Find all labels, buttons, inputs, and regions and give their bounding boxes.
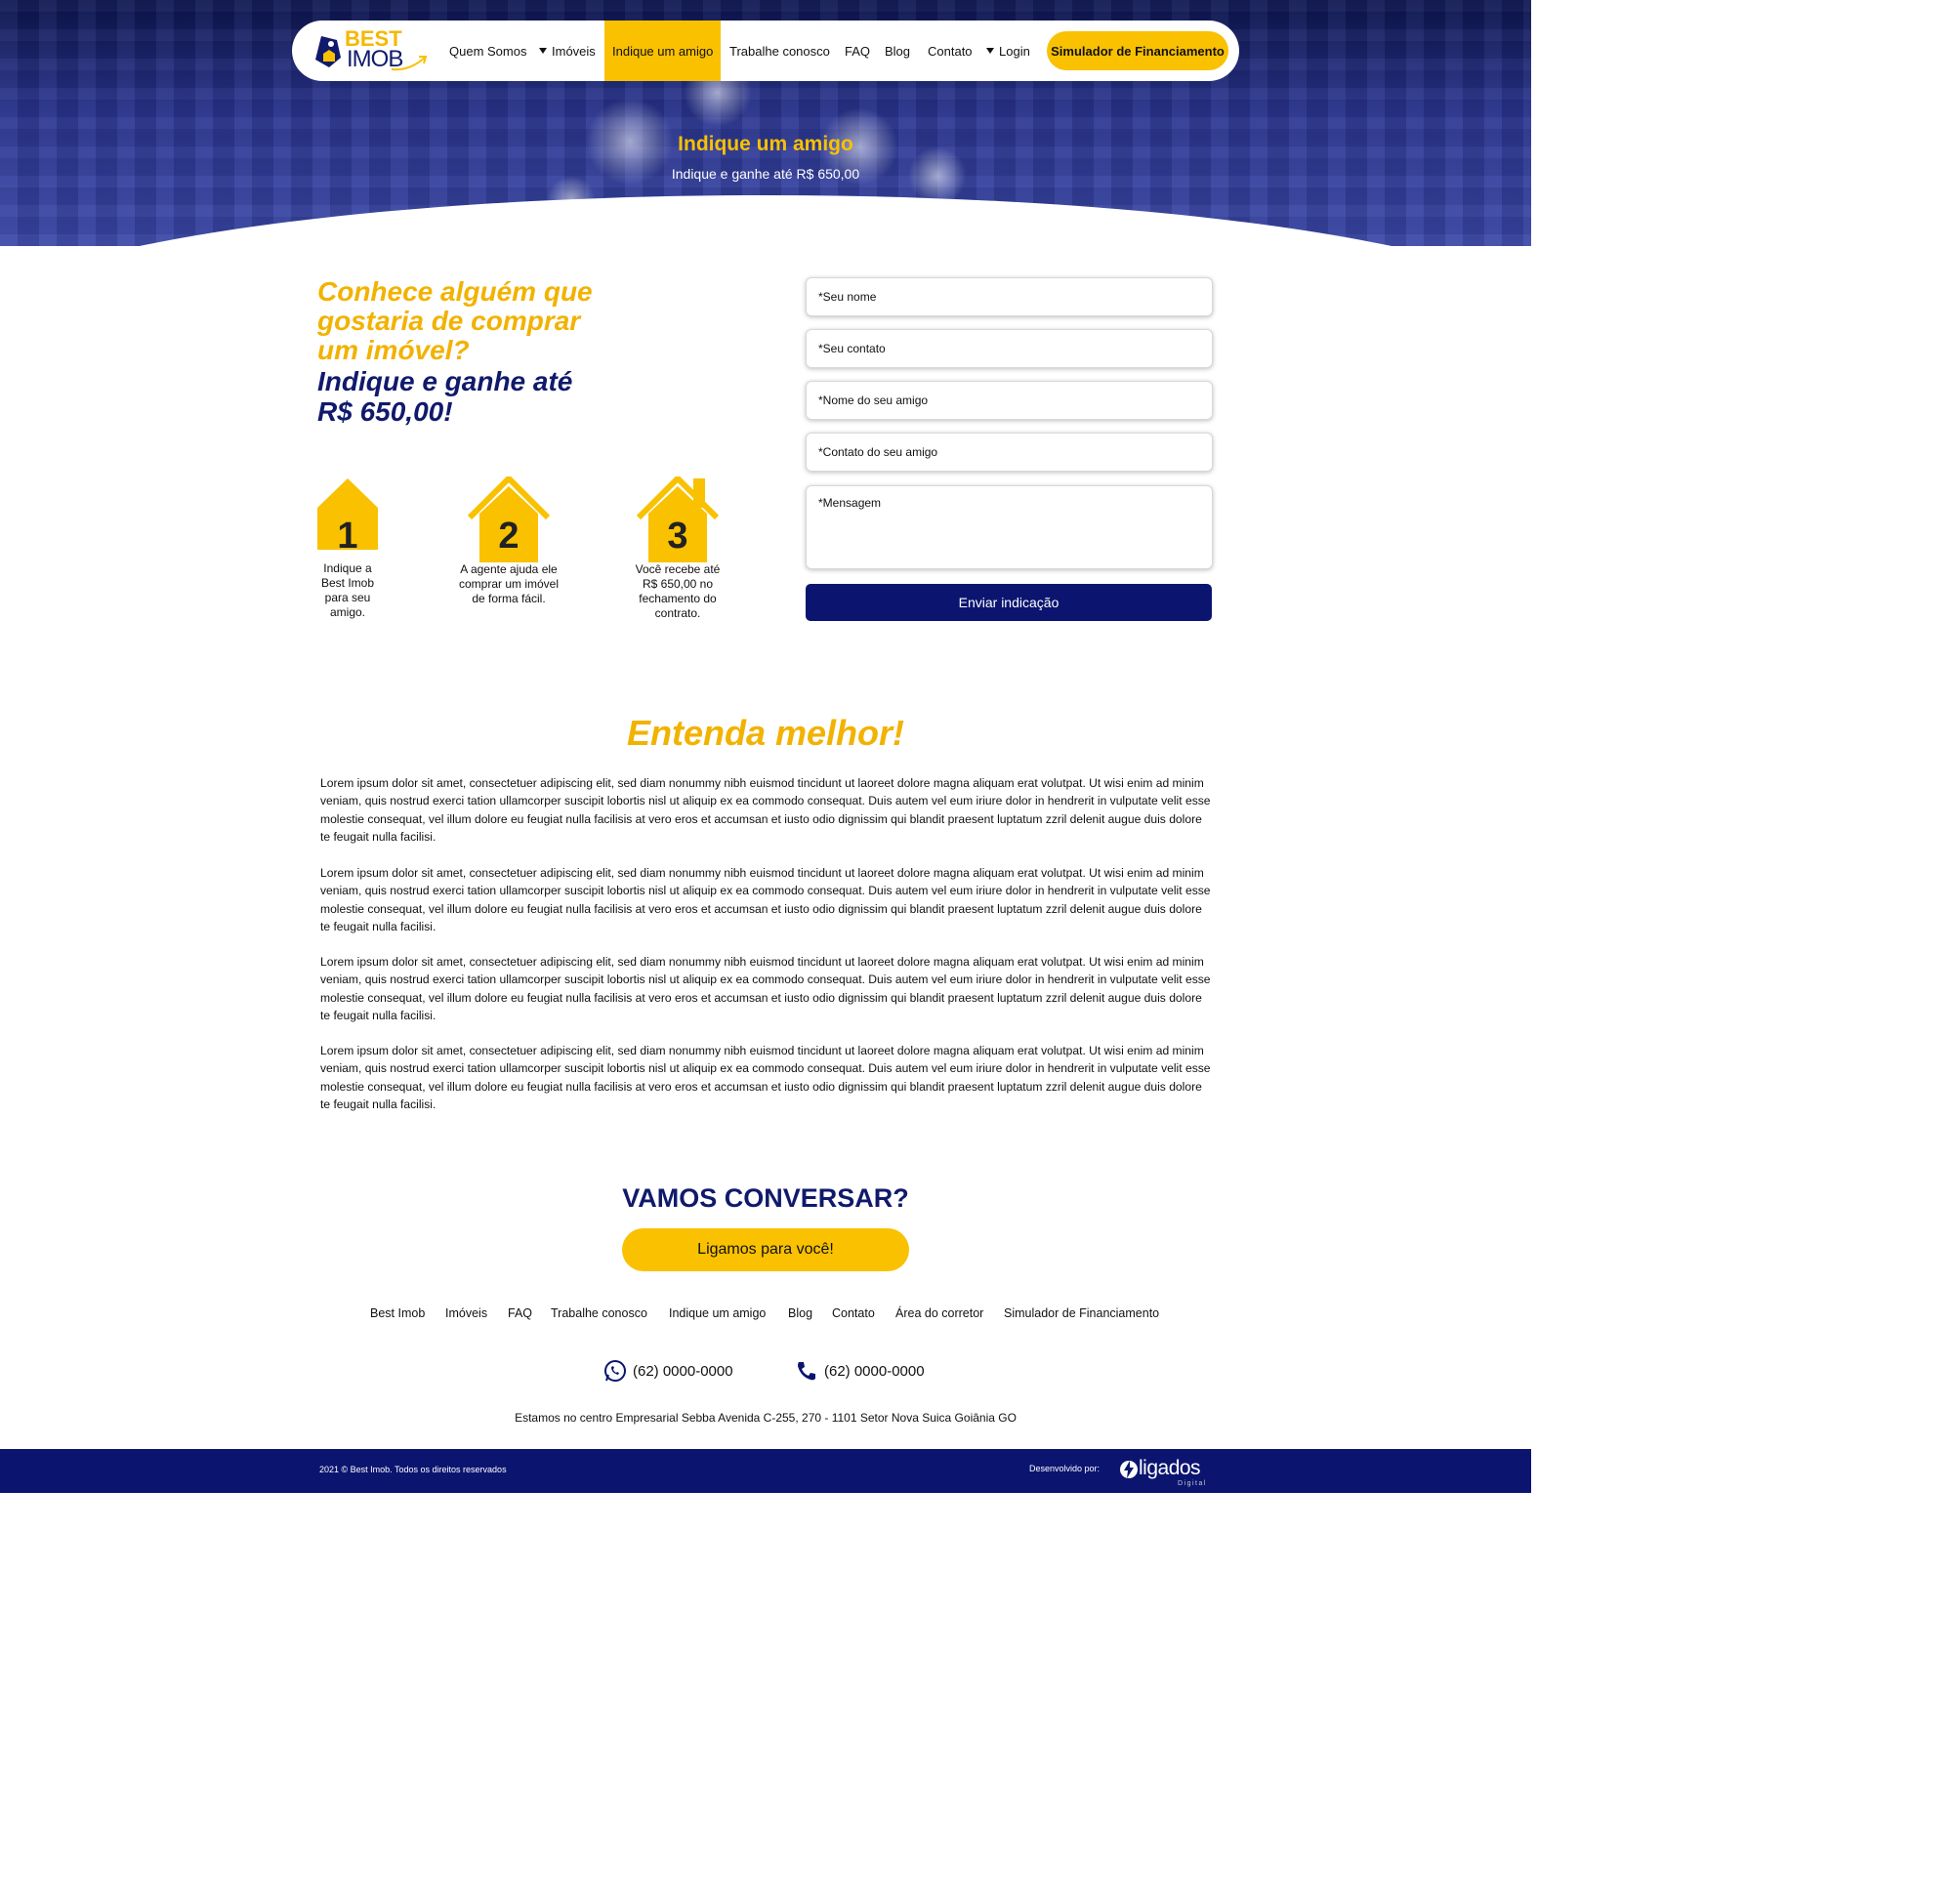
ligamos-para-voce-button[interactable]: Ligamos para você! <box>622 1228 909 1271</box>
nav-login[interactable]: Login <box>986 21 1030 81</box>
vamos-conversar-title: VAMOS CONVERSAR? <box>622 1183 909 1213</box>
step-1: 1 Indique a Best Imob para seu amigo. <box>289 476 406 620</box>
nav-trabalhe-conosco[interactable]: Trabalhe conosco <box>729 21 830 81</box>
footer-link-faq[interactable]: FAQ <box>508 1306 532 1320</box>
footer-link-contato[interactable]: Contato <box>832 1306 875 1320</box>
footer-link-indique-um-amigo[interactable]: Indique um amigo <box>669 1306 766 1320</box>
paragraph: Lorem ipsum dolor sit amet, consectetuer… <box>320 866 1211 933</box>
paragraph: Lorem ipsum dolor sit amet, consectetuer… <box>320 955 1211 1022</box>
footer-bar: 2021 © Best Imob. Todos os direitos rese… <box>0 1449 1531 1493</box>
step-text: Indique a Best Imob para seu amigo. <box>320 561 375 619</box>
step-text: A agente ajuda ele comprar um imóvel de … <box>458 562 560 605</box>
headline-reward: Indique e ganhe até R$ 650,00! <box>317 366 573 427</box>
whatsapp-contact[interactable]: (62) 0000-0000 <box>603 1359 733 1383</box>
arrow-swoosh-icon <box>391 56 428 71</box>
address: Estamos no centro Empresarial Sebba Aven… <box>515 1411 1017 1425</box>
nav-imoveis[interactable]: Imóveis <box>539 21 596 81</box>
copyright: 2021 © Best Imob. Todos os direitos rese… <box>319 1465 507 1474</box>
step-text: Você recebe até R$ 650,00 no fechamento … <box>635 562 721 620</box>
entenda-title: Entenda melhor! <box>626 713 905 753</box>
phone-contact[interactable]: (62) 0000-0000 <box>795 1359 925 1383</box>
page-subtitle: Indique e ganhe até R$ 650,00 <box>671 166 860 182</box>
footer-link-simulador[interactable]: Simulador de Financiamento <box>1004 1306 1159 1320</box>
step-3: 3 Você recebe até R$ 650,00 no fechament… <box>619 476 736 621</box>
footer-link-imoveis[interactable]: Imóveis <box>445 1306 487 1320</box>
hero-banner: BEST IMOB Quem Somos Imóveis Indique um … <box>0 0 1531 246</box>
footer-link-trabalhe-conosco[interactable]: Trabalhe conosco <box>551 1306 647 1320</box>
nav-indique-um-amigo[interactable]: Indique um amigo <box>604 21 722 81</box>
nav-blog[interactable]: Blog <box>885 21 910 81</box>
mensagem-field[interactable]: *Mensagem <box>806 485 1213 569</box>
nav-quem-somos[interactable]: Quem Somos <box>449 21 526 81</box>
phone-icon <box>798 1362 815 1381</box>
ligados-digital-logo[interactable]: ligados Digital <box>1119 1457 1217 1487</box>
step-number: 3 <box>667 516 688 557</box>
paragraph: Lorem ipsum dolor sit amet, consectetuer… <box>320 776 1211 844</box>
nav-contato[interactable]: Contato <box>928 21 973 81</box>
paragraph: Lorem ipsum dolor sit amet, consectetuer… <box>320 1044 1211 1111</box>
ligados-text: ligados <box>1139 1457 1201 1479</box>
footer-link-area-corretor[interactable]: Área do corretor <box>895 1306 983 1320</box>
nav-faq[interactable]: FAQ <box>845 21 870 81</box>
footer-link-best-imob[interactable]: Best Imob <box>370 1306 425 1320</box>
developed-by-label: Desenvolvido por: <box>1029 1464 1101 1473</box>
seu-nome-field[interactable]: *Seu nome <box>806 277 1213 316</box>
whatsapp-icon <box>604 1360 626 1382</box>
nav-imoveis-label: Imóveis <box>552 43 596 59</box>
step-number: 1 <box>337 516 358 557</box>
step-2: 2 A agente ajuda ele comprar um imóvel d… <box>450 476 567 606</box>
seu-contato-field[interactable]: *Seu contato <box>806 329 1213 368</box>
top-navbar: BEST IMOB Quem Somos Imóveis Indique um … <box>292 21 1239 81</box>
footer-link-blog[interactable]: Blog <box>788 1306 812 1320</box>
best-imob-logo[interactable]: BEST IMOB <box>312 26 434 75</box>
nome-amigo-field[interactable]: *Nome do seu amigo <box>806 381 1213 420</box>
lightning-icon <box>1120 1461 1138 1478</box>
tag-icon <box>315 36 341 67</box>
caret-down-icon <box>539 48 547 54</box>
headline-question: Conhece alguém que gostaria de comprar u… <box>317 276 593 365</box>
contato-amigo-field[interactable]: *Contato do seu amigo <box>806 433 1213 472</box>
simulador-financiamento-button[interactable]: Simulador de Financiamento <box>1047 31 1228 70</box>
enviar-indicacao-button[interactable]: Enviar indicação <box>806 584 1212 621</box>
step-number: 2 <box>498 516 519 557</box>
page-title: Indique um amigo <box>678 133 853 155</box>
nav-login-label: Login <box>999 43 1030 59</box>
whatsapp-number: (62) 0000-0000 <box>633 1362 733 1380</box>
digital-text: Digital <box>1178 1480 1207 1487</box>
caret-down-icon <box>986 48 994 54</box>
phone-number: (62) 0000-0000 <box>824 1362 925 1380</box>
